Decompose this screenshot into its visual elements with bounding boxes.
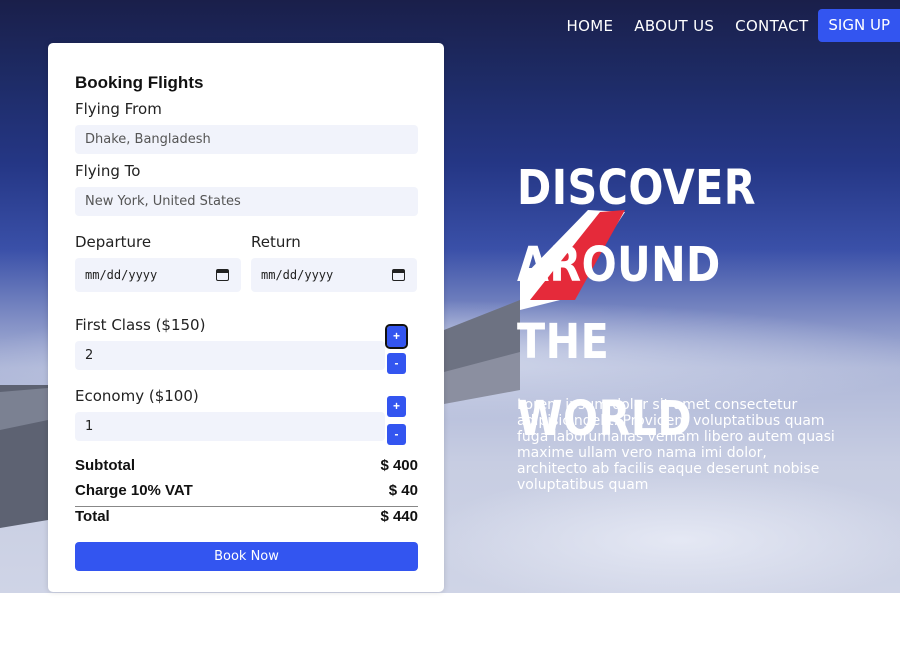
total-label: Total (75, 508, 110, 525)
return-label: Return (251, 233, 301, 251)
total-row: Total $ 440 (75, 508, 418, 525)
nav-home-link[interactable]: HOME (567, 17, 614, 35)
subtotal-value: $ 400 (380, 457, 418, 474)
from-input[interactable]: Dhake, Bangladesh (75, 125, 418, 154)
first-class-label: First Class ($150) (75, 316, 206, 334)
subtotal-label: Subtotal (75, 457, 135, 474)
nav-contact-link[interactable]: CONTACT (735, 17, 808, 35)
first-class-decrease-button[interactable]: - (387, 353, 406, 374)
first-class-increase-button[interactable]: + (385, 324, 408, 349)
book-now-button[interactable]: Book Now (75, 542, 418, 571)
economy-increase-button[interactable]: + (387, 396, 406, 417)
booking-card: Booking Flights Flying From Dhake, Bangl… (48, 43, 444, 592)
headline-line: DISCOVER (517, 160, 757, 216)
vat-row: Charge 10% VAT $ 40 (75, 482, 418, 499)
economy-quantity-input[interactable]: 1 (75, 412, 385, 441)
from-label: Flying From (75, 100, 162, 118)
vat-value: $ 40 (388, 482, 418, 499)
departure-date-value: mm/dd/yyyy (85, 268, 158, 282)
calendar-icon[interactable] (216, 269, 229, 281)
headline-line: AROUND THE (517, 237, 721, 370)
booking-title: Booking Flights (75, 73, 204, 92)
calendar-icon[interactable] (392, 269, 405, 281)
nav-about-link[interactable]: ABOUT US (634, 17, 714, 35)
first-class-quantity-input[interactable]: 2 (75, 341, 385, 370)
signup-button[interactable]: SIGN UP (818, 9, 900, 42)
economy-label: Economy ($100) (75, 387, 199, 405)
top-nav: HOME ABOUT US CONTACT SIGN UP (567, 9, 900, 42)
total-value: $ 440 (380, 508, 418, 525)
total-divider (75, 506, 418, 507)
economy-decrease-button[interactable]: - (387, 424, 406, 445)
return-date-input[interactable]: mm/dd/yyyy (251, 258, 417, 292)
to-input[interactable]: New York, United States (75, 187, 418, 216)
return-date-value: mm/dd/yyyy (261, 268, 334, 282)
to-label: Flying To (75, 162, 141, 180)
departure-label: Departure (75, 233, 152, 251)
vat-label: Charge 10% VAT (75, 482, 193, 499)
hero-paragraph: Lorem ipsum dolor sit amet consectetur a… (517, 397, 835, 493)
departure-date-input[interactable]: mm/dd/yyyy (75, 258, 241, 292)
subtotal-row: Subtotal $ 400 (75, 457, 418, 474)
